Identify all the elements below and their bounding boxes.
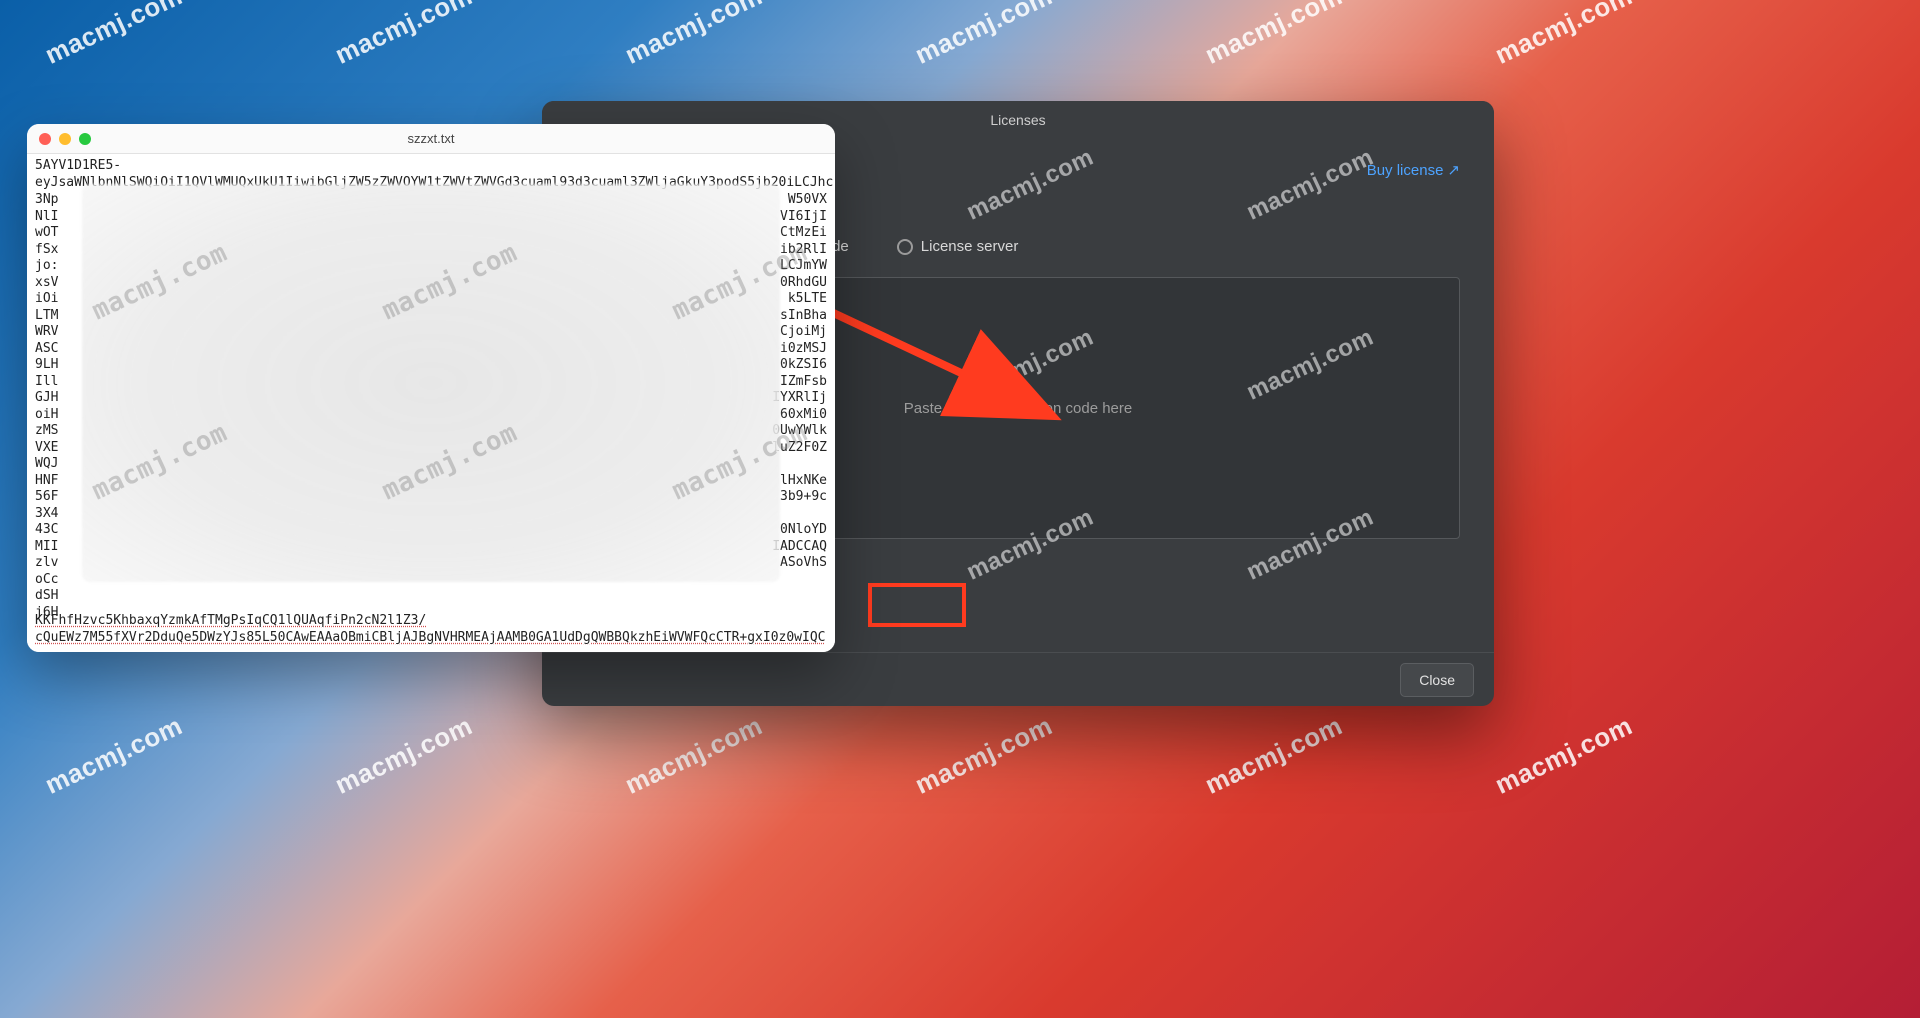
watermark: macmj.com [1490, 0, 1637, 71]
dialog-footer: Close [542, 652, 1494, 706]
maximize-window-icon[interactable] [79, 133, 91, 145]
radio-icon [897, 239, 913, 255]
text-content[interactable]: 5AYV1D1RE5- eyJsaWNlbnNlSWQiOiI1QVlWMUQx… [27, 154, 835, 652]
activation-code-placeholder: Paste or drop activation code here [904, 400, 1132, 417]
dialog-title-text: Licenses [990, 112, 1045, 128]
watermark: macmj.com [1490, 710, 1637, 800]
watermark: macmj.com [40, 710, 187, 800]
watermark: macmj.com [910, 0, 1057, 71]
close-button-label: Close [1419, 672, 1455, 688]
close-window-icon[interactable] [39, 133, 51, 145]
watermark: macmj.com [330, 710, 477, 800]
code-right-fragments: W50VX VI6IjI CtMzEi ib2RlI LCJmYW 0RhdGU… [772, 192, 827, 572]
watermark: macmj.com [910, 710, 1057, 800]
watermark: macmj.com [1200, 710, 1347, 800]
titlebar[interactable]: szzxt.txt [27, 124, 835, 154]
buy-license-label: Buy license [1367, 162, 1444, 179]
window-title: szzxt.txt [27, 131, 835, 146]
watermark: macmj.com [620, 710, 767, 800]
code-bottom-lines: KKFhfHzvc5KhbaxqYzmkAfTMgPsIqCQ1lQUAqfiP… [35, 613, 827, 646]
close-button[interactable]: Close [1400, 663, 1474, 697]
external-link-icon: ↗ [1447, 161, 1460, 179]
watermark: macmj.com [330, 0, 477, 71]
buy-license-link[interactable]: Buy license ↗ [1367, 161, 1460, 179]
watermark: macmj.com [1200, 0, 1347, 71]
license-server-radio[interactable]: License server [897, 238, 1019, 255]
blurred-region [82, 184, 780, 582]
code-left-fragments: 3Np NlI wOT fSx jo: xsV iOi LTM WRV ASC … [35, 192, 58, 621]
minimize-window-icon[interactable] [59, 133, 71, 145]
text-editor-window: szzxt.txt 5AYV1D1RE5- eyJsaWNlbnNlSWQiOi… [27, 124, 835, 652]
watermark: macmj.com [620, 0, 767, 71]
watermark: macmj.com [40, 0, 187, 71]
traffic-lights [39, 133, 91, 145]
license-server-label: License server [921, 238, 1019, 255]
